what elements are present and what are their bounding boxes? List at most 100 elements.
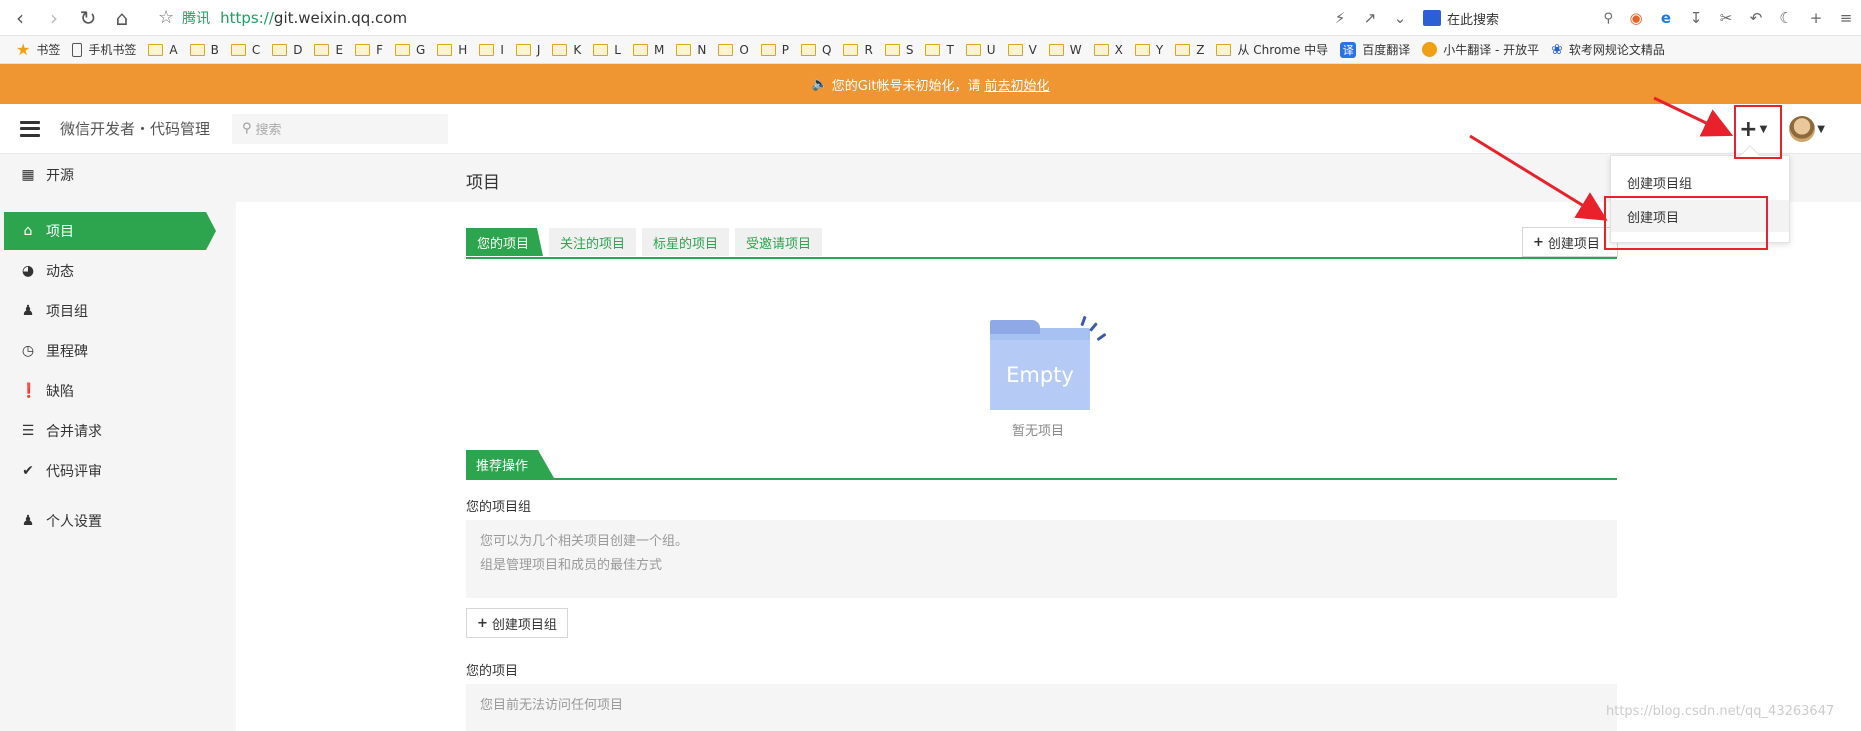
sidebar-item-label: 动态 xyxy=(46,264,74,280)
bookmark-item[interactable]: I xyxy=(479,43,504,57)
bookmark-item[interactable]: ★ 书签 xyxy=(16,40,60,59)
search-input[interactable]: ⚲ 搜索 xyxy=(232,113,449,144)
tab-starred-projects[interactable]: 标星的项目 xyxy=(642,228,730,256)
bookmark-item[interactable]: S xyxy=(884,43,913,57)
hamburger-menu-icon[interactable] xyxy=(20,120,40,137)
reload-icon[interactable]: ↻ xyxy=(74,4,102,32)
bookmark-star-icon[interactable]: ☆ xyxy=(158,7,174,28)
folder-icon xyxy=(148,43,164,56)
download-icon[interactable]: ↧ xyxy=(1681,4,1711,32)
folder-icon xyxy=(1007,43,1023,56)
night-mode-icon[interactable]: ☾ xyxy=(1771,4,1801,32)
forward-icon[interactable]: › xyxy=(40,4,68,32)
sidebar-item-settings[interactable]: ♟ 个人设置 xyxy=(0,502,236,540)
translate-icon: 译 xyxy=(1340,41,1357,58)
bookmark-item[interactable]: C xyxy=(230,43,260,57)
bookmark-item[interactable]: T xyxy=(925,43,954,57)
tab-followed-projects[interactable]: 关注的项目 xyxy=(549,228,637,256)
bookmark-item[interactable]: K xyxy=(552,43,581,57)
bookmark-item[interactable]: Q xyxy=(801,43,831,57)
sidebar-item-label: 里程碑 xyxy=(46,344,88,360)
bookmark-item[interactable]: W xyxy=(1048,43,1082,57)
spark-mark xyxy=(1089,322,1098,332)
bookmark-item[interactable]: U xyxy=(965,43,996,57)
folder-icon xyxy=(676,43,692,56)
home-icon: ⌂ xyxy=(23,223,33,239)
merge-list-icon: ☰ xyxy=(21,423,35,439)
back-icon[interactable]: ‹ xyxy=(6,4,34,32)
lightning-icon[interactable]: ⚡ xyxy=(1325,4,1355,32)
browser-search-box[interactable]: 在此搜索 ⚲ xyxy=(1423,6,1613,30)
bookmark-item[interactable]: ❀ 软考网规论文精品 xyxy=(1551,41,1665,58)
brand-title[interactable]: 微信开发者・代码管理 xyxy=(60,118,210,139)
bookmark-item[interactable]: Y xyxy=(1134,43,1163,57)
chevron-down-icon[interactable]: ⌄ xyxy=(1385,4,1415,32)
tab-invited-projects[interactable]: 受邀请项目 xyxy=(735,228,823,256)
home-icon[interactable]: ⌂ xyxy=(108,4,136,32)
avatar xyxy=(1789,116,1816,142)
sidebar-item-issues[interactable]: ❗ 缺陷 xyxy=(0,372,236,410)
paw-icon: ❀ xyxy=(1551,41,1563,58)
bookmark-item[interactable]: O xyxy=(718,43,749,57)
user-icon: ♟ xyxy=(21,513,35,529)
bookmark-item[interactable]: J xyxy=(515,43,540,57)
dashboard-icon: ◕ xyxy=(21,263,35,279)
undo-icon[interactable]: ↶ xyxy=(1741,4,1771,32)
folder-icon xyxy=(272,43,288,56)
menu-item-create-group[interactable]: 创建项目组 xyxy=(1611,166,1789,198)
game-icon[interactable]: ◉ xyxy=(1621,4,1651,32)
address-bar[interactable]: ☆ 腾讯 https://git.weixin.qq.com xyxy=(158,4,407,32)
ie-icon[interactable]: e xyxy=(1651,4,1681,32)
folder-icon xyxy=(355,43,371,56)
bookmark-item[interactable]: 从 Chrome 中导 xyxy=(1216,41,1328,58)
sidebar-item-label: 项目 xyxy=(46,224,74,240)
exclamation-icon[interactable]: ! xyxy=(1707,119,1715,140)
scissors-icon[interactable]: ✂ xyxy=(1711,4,1741,32)
tab-your-projects[interactable]: 您的项目 xyxy=(466,228,543,256)
bookmark-item[interactable]: H xyxy=(437,43,467,57)
url-text[interactable]: https://git.weixin.qq.com xyxy=(220,9,407,27)
sidebar-item-opensource[interactable]: ▦ 开源 xyxy=(0,156,236,194)
sidebar-item-code-review[interactable]: ✔ 代码评审 xyxy=(0,452,236,490)
menu-icon[interactable]: ≡ xyxy=(1831,4,1861,32)
search-icon[interactable]: ⚲ xyxy=(1603,11,1613,26)
plus-icon: + xyxy=(1533,234,1544,250)
bookmark-item[interactable]: 手机书签 xyxy=(72,41,136,58)
bookmark-item[interactable]: P xyxy=(760,43,789,57)
sidebar-item-merge-requests[interactable]: ☰ 合并请求 xyxy=(0,412,236,450)
bookmark-item[interactable]: R xyxy=(843,43,873,57)
user-menu[interactable]: ▼ xyxy=(1789,116,1825,142)
folder-icon xyxy=(515,43,531,56)
check-circle-icon: ✔ xyxy=(22,463,34,479)
folder-icon xyxy=(1175,43,1191,56)
bookmark-item[interactable]: V xyxy=(1007,43,1037,57)
bookmark-item[interactable]: X xyxy=(1093,43,1123,57)
browser-toolbar: ‹ › ↻ ⌂ ☆ 腾讯 https://git.weixin.qq.com ⚡… xyxy=(0,0,1861,36)
bookmark-item[interactable]: A xyxy=(148,43,178,57)
bookmark-item[interactable]: M xyxy=(632,43,664,57)
phone-icon xyxy=(72,42,83,57)
sidebar-item-activity[interactable]: ◕ 动态 xyxy=(0,252,236,290)
sidebar-item-label: 项目组 xyxy=(46,304,88,320)
sidebar-item-milestones[interactable]: ◷ 里程碑 xyxy=(0,332,236,370)
bookmark-item[interactable]: Z xyxy=(1175,43,1204,57)
project-info-box: 您目前无法访问任何项目 xyxy=(466,684,1617,731)
share-icon[interactable]: ↗ xyxy=(1355,4,1385,32)
create-group-button[interactable]: + 创建项目组 xyxy=(466,608,568,638)
bookmark-item[interactable]: E xyxy=(314,43,343,57)
sidebar-item-projects[interactable]: ⌂ 项目 xyxy=(4,212,216,250)
bookmark-item[interactable]: G xyxy=(394,43,425,57)
bookmark-label: 软考网规论文精品 xyxy=(1568,43,1665,57)
bookmark-item[interactable]: N xyxy=(676,43,706,57)
sidebar-item-groups[interactable]: ♟ 项目组 xyxy=(0,292,236,330)
bookmark-item[interactable]: D xyxy=(272,43,302,57)
project-info-text: 您目前无法访问任何项目 xyxy=(480,698,624,713)
bookmark-item[interactable]: L xyxy=(593,43,621,57)
bookmark-item[interactable]: B xyxy=(189,43,219,57)
bookmark-item[interactable]: 译百度翻译 xyxy=(1340,41,1410,58)
init-link[interactable]: 前去初始化 xyxy=(984,75,1049,94)
new-tab-icon[interactable]: + xyxy=(1801,4,1831,32)
bookmark-item[interactable]: 小牛翻译 - 开放平 xyxy=(1422,41,1539,58)
niu-icon xyxy=(1422,42,1438,57)
bookmark-item[interactable]: F xyxy=(355,43,383,57)
